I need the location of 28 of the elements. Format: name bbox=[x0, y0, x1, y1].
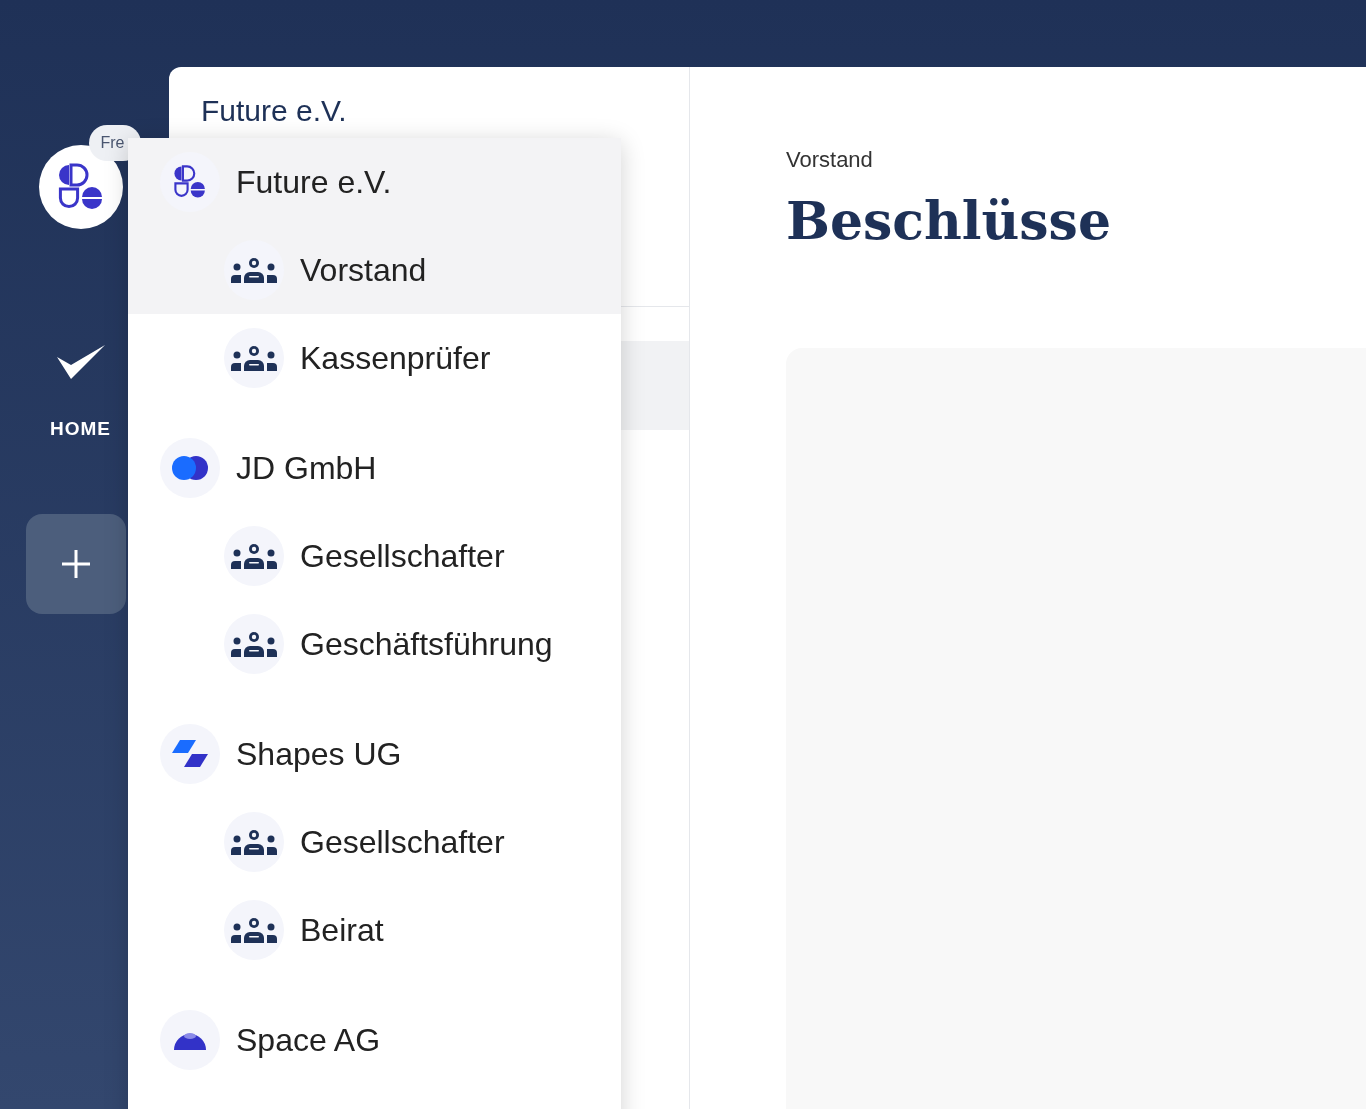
organization-item[interactable]: Future e.V. bbox=[128, 138, 621, 226]
organization-item[interactable]: JD GmbH bbox=[128, 424, 621, 512]
home-nav-item[interactable]: HOME bbox=[50, 345, 111, 444]
organization-item[interactable]: Shapes UG bbox=[128, 710, 621, 798]
plus-icon bbox=[59, 547, 92, 580]
committee-item[interactable]: Gesellschafter bbox=[128, 798, 621, 886]
panel-title: Future e.V. bbox=[201, 94, 347, 127]
breadcrumb: Vorstand bbox=[786, 146, 874, 174]
page-title: Beschlüsse bbox=[786, 190, 1112, 253]
committee-item[interactable]: Vorstand bbox=[128, 226, 621, 314]
people-icon bbox=[230, 543, 278, 569]
add-button[interactable] bbox=[25, 513, 126, 614]
checkmark-icon bbox=[56, 345, 105, 379]
organization-item[interactable]: Space AG bbox=[128, 996, 621, 1084]
committee-item[interactable]: Kassenprüfer bbox=[128, 314, 621, 402]
dome-icon bbox=[172, 1030, 208, 1050]
committee-item[interactable]: Beirat bbox=[128, 886, 621, 974]
people-icon bbox=[230, 257, 278, 283]
committee-item[interactable]: Geschäftsführung bbox=[128, 600, 621, 688]
people-icon bbox=[230, 917, 278, 943]
circles-icon bbox=[170, 455, 210, 481]
people-icon bbox=[230, 829, 278, 855]
logo-icon bbox=[173, 165, 207, 199]
committee-item[interactable]: Gesellschafter bbox=[128, 512, 621, 600]
logo-icon bbox=[56, 163, 105, 211]
people-icon bbox=[230, 345, 278, 371]
parallelogram-icon bbox=[170, 739, 210, 769]
people-icon bbox=[230, 631, 278, 657]
